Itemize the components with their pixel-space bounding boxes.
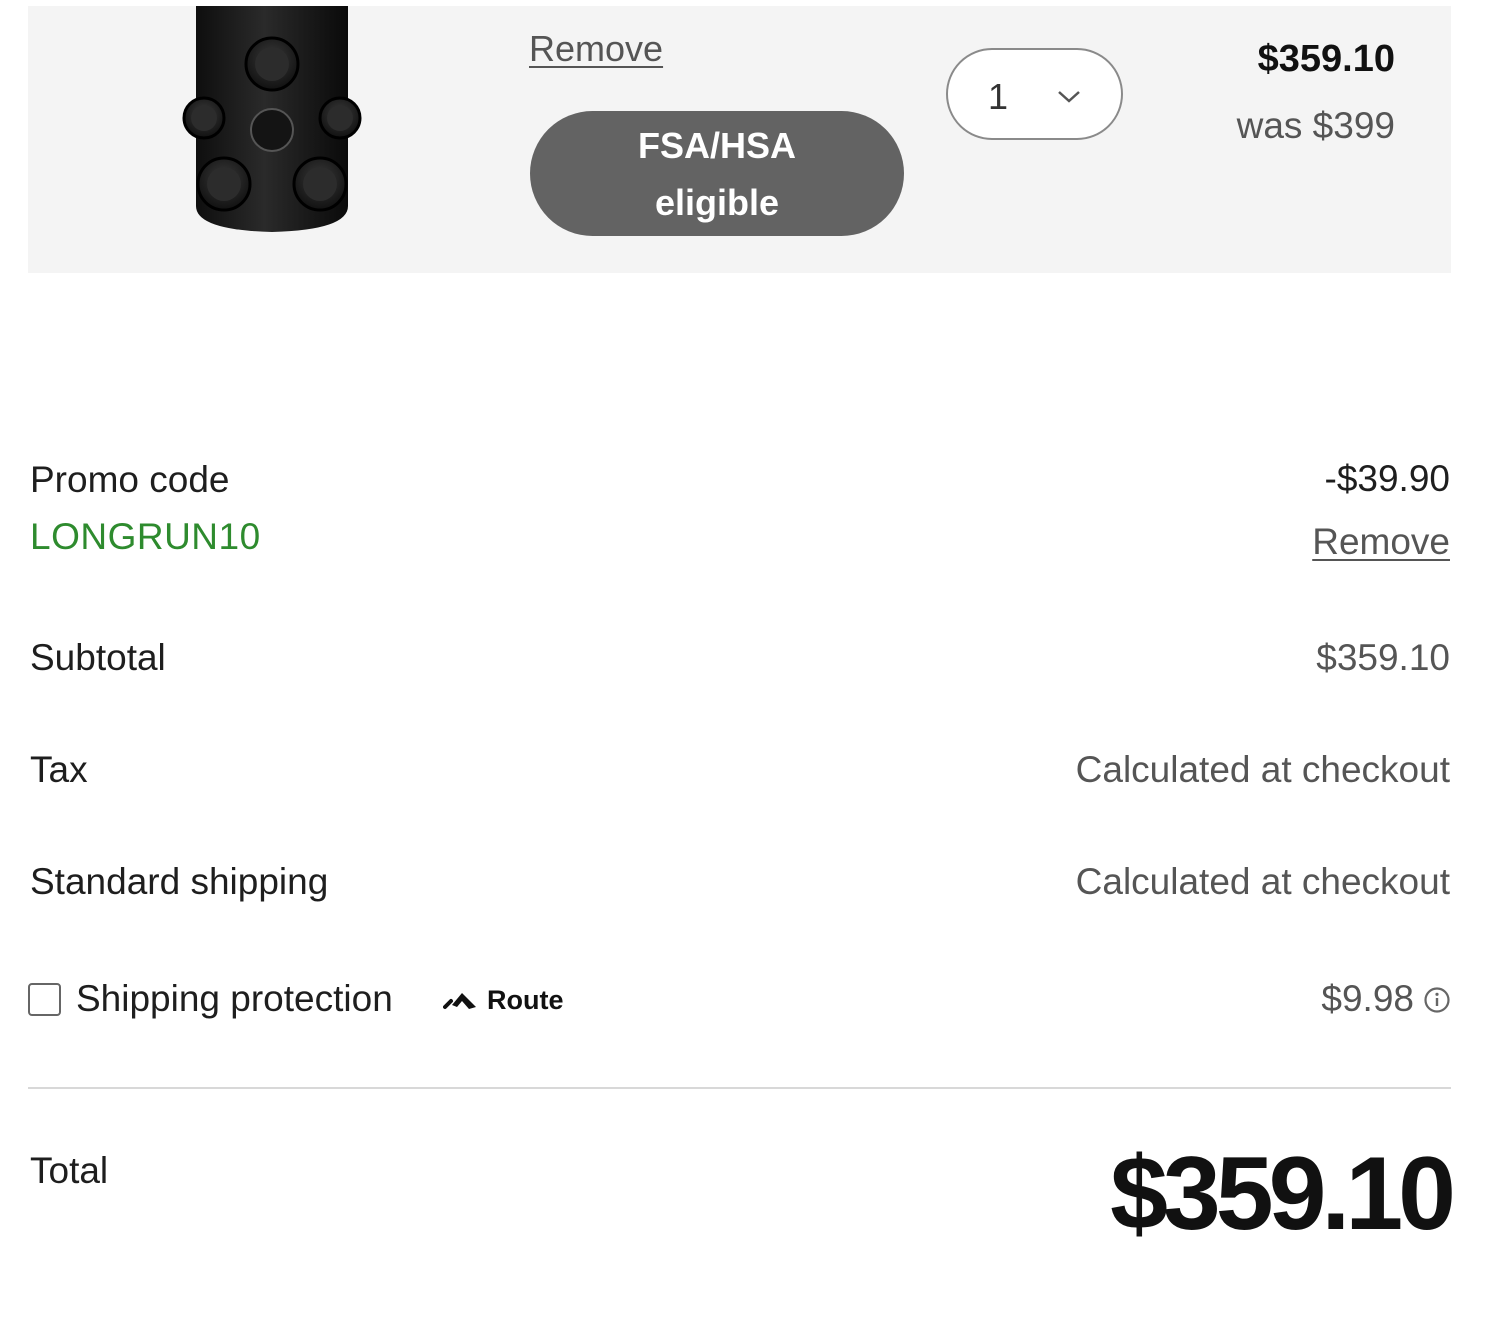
remove-item-link[interactable]: Remove [529, 28, 663, 70]
quantity-select[interactable]: 1 [946, 48, 1123, 140]
route-brand-text: Route [487, 984, 564, 1015]
route-logo-icon [443, 993, 476, 1009]
shipping-protection-label: Shipping protection [76, 978, 393, 1019]
item-price: $359.10 [1257, 38, 1395, 80]
tax-label: Tax [30, 749, 88, 790]
shipping-protection-checkbox[interactable] [28, 983, 61, 1016]
subtotal-value: $359.10 [1316, 637, 1450, 678]
product-image [182, 6, 362, 232]
tax-value: Calculated at checkout [1075, 749, 1450, 790]
quantity-value: 1 [988, 76, 1009, 117]
item-was-price: was $399 [1236, 105, 1395, 146]
cart-item-card: Remove FSA/HSA eligible 1 $359.10 was $3… [28, 6, 1451, 273]
route-logo: Route [443, 984, 564, 1016]
fsa-hsa-eligible-badge: FSA/HSA eligible [530, 111, 904, 236]
info-icon[interactable] [1423, 986, 1451, 1014]
promo-discount-amount: -$39.90 [1324, 458, 1451, 499]
promo-code-label: Promo code [30, 459, 230, 500]
shipping-protection-price: $9.98 [1321, 978, 1414, 1019]
promo-code-value: LONGRUN10 [30, 516, 261, 557]
shipping-label: Standard shipping [30, 861, 329, 902]
total-value: $359.10 [1110, 1136, 1456, 1252]
remove-promo-link[interactable]: Remove [1312, 521, 1450, 563]
total-label: Total [30, 1150, 109, 1191]
badge-line-2: eligible [654, 181, 780, 223]
shipping-value: Calculated at checkout [1075, 861, 1450, 902]
summary-divider [28, 1087, 1451, 1089]
chevron-down-icon [1058, 91, 1080, 103]
subtotal-label: Subtotal [30, 637, 166, 678]
badge-line-1: FSA/HSA [637, 124, 796, 166]
